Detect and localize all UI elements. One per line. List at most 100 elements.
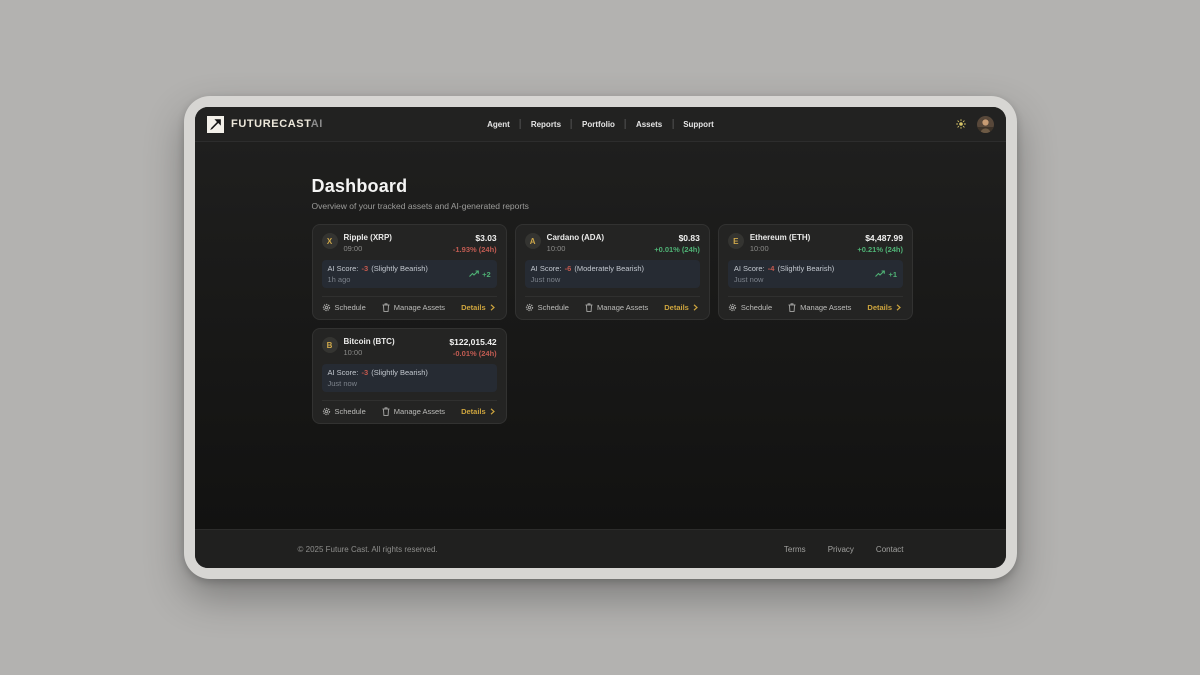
footer-link-privacy[interactable]: Privacy (828, 545, 854, 554)
trend-delta: +1 (888, 270, 897, 279)
details-button[interactable]: Details (461, 303, 495, 312)
chevron-right-icon (693, 304, 698, 311)
nav-item-portfolio[interactable]: Portfolio (572, 120, 625, 129)
nav-item-support[interactable]: Support (673, 120, 724, 129)
sun-icon (956, 119, 966, 129)
copyright-text: © 2025 Future Cast. All rights reserved. (298, 545, 438, 554)
brand: FUTURECASTAI (207, 116, 323, 133)
card-header: X Ripple (XRP) 09:00 $3.03 -1.93% (24h) (322, 233, 497, 254)
asset-letter-avatar: E (728, 233, 744, 249)
gear-icon (322, 407, 331, 416)
avatar-image (977, 116, 994, 133)
brand-name: FUTURECASTAI (231, 118, 323, 130)
asset-change: +0.21% (24h) (857, 245, 903, 254)
card-actions: Schedule Manage Assets Details (322, 296, 497, 312)
gear-icon (525, 303, 534, 312)
asset-change: +0.01% (24h) (654, 245, 700, 254)
asset-time: 10:00 (547, 244, 604, 253)
ai-score-box: AI Score: -6 (Moderately Bearish) Just n… (525, 260, 700, 288)
schedule-button[interactable]: Schedule (525, 303, 569, 312)
details-button[interactable]: Details (461, 407, 495, 416)
browser-window-frame: FUTURECASTAI Agent Reports Portfolio Ass… (184, 96, 1017, 579)
ai-score-sentiment: (Slightly Bearish) (778, 264, 835, 273)
asset-change: -1.93% (24h) (453, 245, 497, 254)
asset-name: Ethereum (ETH) (750, 233, 810, 242)
trend-indicator: +2 (469, 270, 491, 279)
header-actions (956, 116, 994, 133)
asset-name: Bitcoin (BTC) (344, 337, 395, 346)
gear-icon (322, 303, 331, 312)
asset-time: 10:00 (344, 348, 395, 357)
trash-icon (382, 407, 390, 416)
page-subtitle: Overview of your tracked assets and AI-g… (312, 201, 890, 211)
card-header: B Bitcoin (BTC) 10:00 $122,015.42 -0.01%… (322, 337, 497, 358)
card-actions: Schedule Manage Assets Details (322, 400, 497, 416)
main-nav: Agent Reports Portfolio Assets Support (477, 107, 724, 141)
ai-score-timestamp: Just now (328, 379, 428, 388)
manage-assets-button[interactable]: Manage Assets (585, 303, 648, 312)
footer-link-terms[interactable]: Terms (784, 545, 806, 554)
asset-letter-avatar: X (322, 233, 338, 249)
asset-time: 09:00 (344, 244, 392, 253)
cards-grid: X Ripple (XRP) 09:00 $3.03 -1.93% (24h) … (312, 224, 890, 424)
trending-up-icon (469, 270, 479, 278)
trend-indicator: +1 (875, 270, 897, 279)
ai-score-sentiment: (Slightly Bearish) (371, 368, 428, 377)
ai-score-value: -6 (564, 264, 573, 273)
card-header: A Cardano (ADA) 10:00 $0.83 +0.01% (24h) (525, 233, 700, 254)
manage-assets-button[interactable]: Manage Assets (788, 303, 851, 312)
asset-price: $4,487.99 (857, 233, 903, 243)
ai-score-timestamp: Just now (531, 275, 644, 284)
asset-name: Cardano (ADA) (547, 233, 604, 242)
manage-assets-button[interactable]: Manage Assets (382, 407, 445, 416)
footer-link-contact[interactable]: Contact (876, 545, 904, 554)
app-footer: © 2025 Future Cast. All rights reserved.… (195, 529, 1006, 568)
footer-links: Terms Privacy Contact (784, 545, 904, 554)
ai-score-label: AI Score: (531, 264, 562, 273)
schedule-button[interactable]: Schedule (322, 407, 366, 416)
details-button[interactable]: Details (867, 303, 901, 312)
asset-card: A Cardano (ADA) 10:00 $0.83 +0.01% (24h)… (515, 224, 710, 320)
main-content: Dashboard Overview of your tracked asset… (195, 142, 1006, 529)
card-header: E Ethereum (ETH) 10:00 $4,487.99 +0.21% … (728, 233, 903, 254)
ai-score-timestamp: 1h ago (328, 275, 428, 284)
trend-delta: +2 (482, 270, 491, 279)
ai-score-label: AI Score: (328, 264, 359, 273)
asset-letter-avatar: B (322, 337, 338, 353)
chevron-right-icon (896, 304, 901, 311)
asset-card: B Bitcoin (BTC) 10:00 $122,015.42 -0.01%… (312, 328, 507, 424)
asset-name: Ripple (XRP) (344, 233, 392, 242)
ai-score-box: AI Score: -4 (Slightly Bearish) Just now… (728, 260, 903, 288)
trash-icon (382, 303, 390, 312)
ai-score-box: AI Score: -3 (Slightly Bearish) Just now (322, 364, 497, 392)
chevron-right-icon (490, 408, 495, 415)
gear-icon (728, 303, 737, 312)
trash-icon (585, 303, 593, 312)
card-actions: Schedule Manage Assets Details (728, 296, 903, 312)
asset-price: $122,015.42 (449, 337, 496, 347)
ai-score-sentiment: (Slightly Bearish) (371, 264, 428, 273)
ai-score-timestamp: Just now (734, 275, 834, 284)
ai-score-value: -3 (360, 368, 369, 377)
nav-item-reports[interactable]: Reports (521, 120, 571, 129)
nav-item-agent[interactable]: Agent (477, 120, 520, 129)
user-avatar[interactable] (977, 116, 994, 133)
asset-price: $0.83 (654, 233, 700, 243)
chevron-right-icon (490, 304, 495, 311)
app-header: FUTURECASTAI Agent Reports Portfolio Ass… (195, 107, 1006, 142)
asset-letter-avatar: A (525, 233, 541, 249)
details-button[interactable]: Details (664, 303, 698, 312)
asset-card: X Ripple (XRP) 09:00 $3.03 -1.93% (24h) … (312, 224, 507, 320)
manage-assets-button[interactable]: Manage Assets (382, 303, 445, 312)
ai-score-sentiment: (Moderately Bearish) (574, 264, 644, 273)
theme-toggle-button[interactable] (956, 119, 966, 129)
schedule-button[interactable]: Schedule (322, 303, 366, 312)
card-actions: Schedule Manage Assets Details (525, 296, 700, 312)
schedule-button[interactable]: Schedule (728, 303, 772, 312)
ai-score-box: AI Score: -3 (Slightly Bearish) 1h ago +… (322, 260, 497, 288)
nav-item-assets[interactable]: Assets (626, 120, 672, 129)
trending-up-icon (875, 270, 885, 278)
trash-icon (788, 303, 796, 312)
page-title: Dashboard (312, 176, 890, 197)
asset-price: $3.03 (453, 233, 497, 243)
